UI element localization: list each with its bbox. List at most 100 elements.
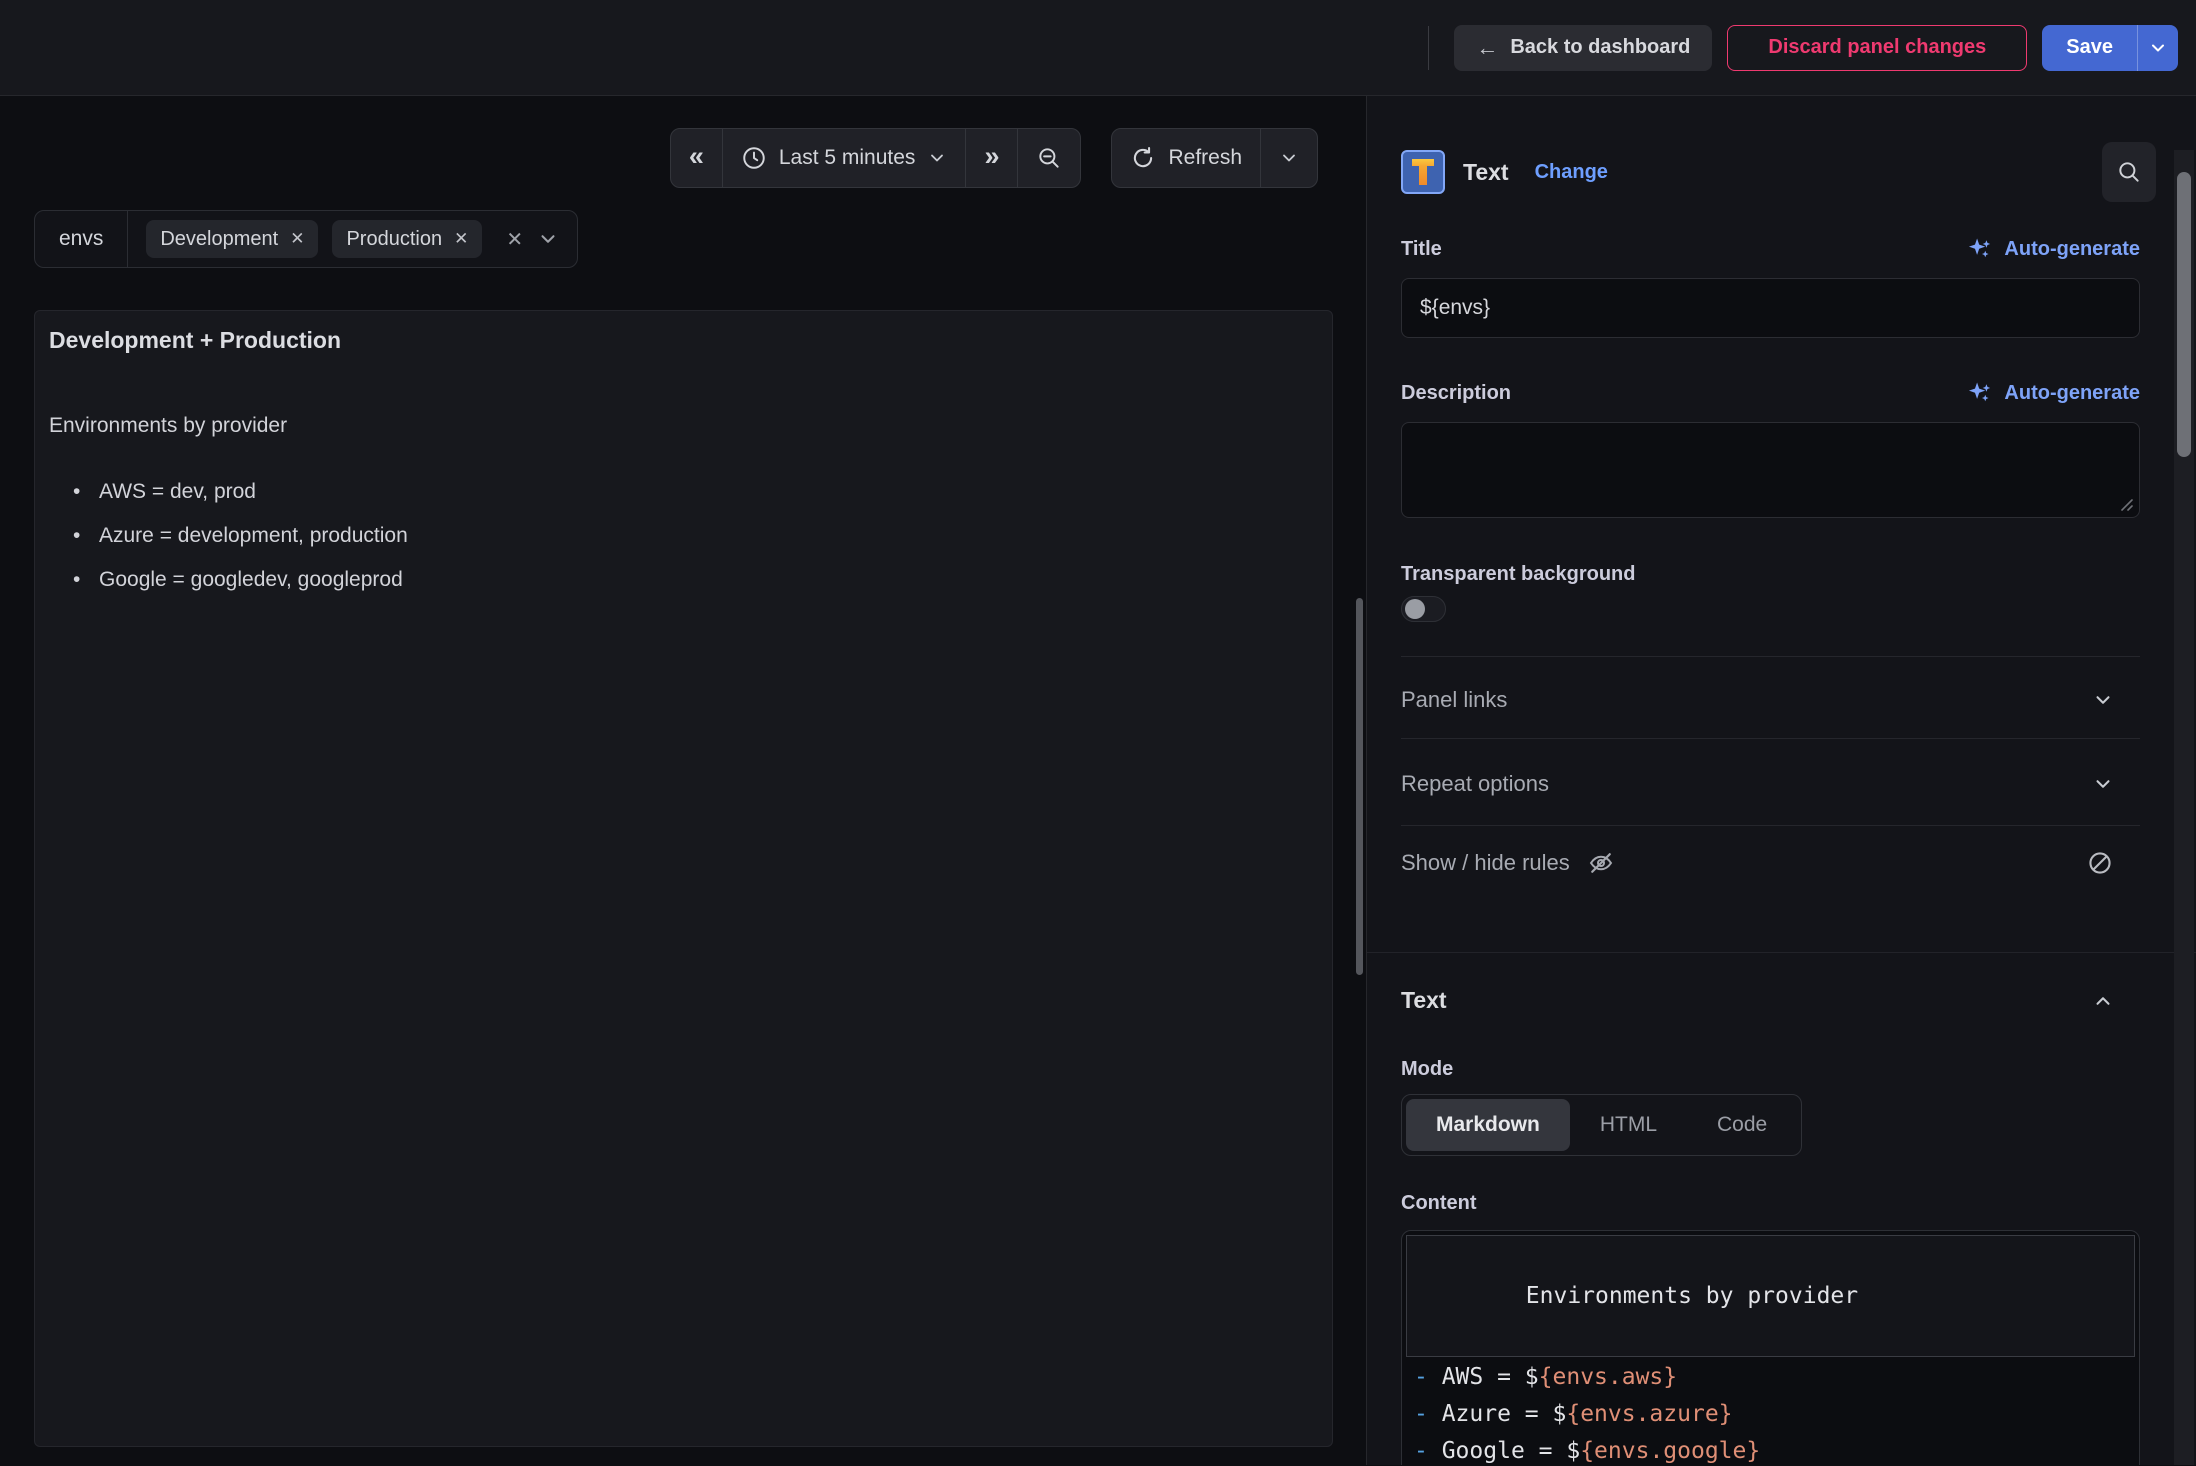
- text-section-label: Text: [1401, 987, 1447, 1014]
- list-item: AWS = dev, prod: [99, 478, 1318, 506]
- list-item: Azure = development, production: [99, 522, 1318, 550]
- chevron-down-icon[interactable]: [537, 228, 559, 250]
- autogenerate-label: Auto-generate: [2004, 382, 2140, 405]
- show-hide-rules-label: Show / hide rules: [1401, 850, 1570, 876]
- panel-bullet-list: AWS = dev, prod Azure = development, pro…: [49, 478, 1318, 594]
- content-row: Content: [1401, 1192, 2140, 1214]
- list-item: Google = googledev, googleprod: [99, 566, 1318, 594]
- chevron-down-icon: [927, 148, 947, 168]
- refresh-icon: [1130, 145, 1156, 171]
- show-hide-rules-row[interactable]: Show / hide rules: [1401, 826, 2140, 878]
- time-range-label: Last 5 minutes: [779, 146, 916, 170]
- time-zoom-out-button[interactable]: [1017, 129, 1080, 187]
- chip-remove-icon[interactable]: ✕: [290, 229, 304, 249]
- time-toolbar: « Last 5 minutes »: [670, 128, 1318, 188]
- panel-description-textarea[interactable]: [1401, 422, 2140, 518]
- mode-option-code[interactable]: Code: [1687, 1099, 1797, 1151]
- code-line-active: Environments by provider: [1406, 1235, 2135, 1357]
- refresh-label: Refresh: [1168, 146, 1242, 170]
- code-line: - Azure = ${envs.azure}: [1406, 1396, 2135, 1433]
- resize-handle-icon[interactable]: [2120, 498, 2134, 512]
- variable-chip-production[interactable]: Production ✕: [332, 220, 482, 258]
- description-autogenerate-link[interactable]: Auto-generate: [1966, 379, 2140, 407]
- panel-title: Development + Production: [35, 311, 1332, 354]
- top-bar: ← Back to dashboard Discard panel change…: [0, 0, 2196, 96]
- time-range-picker-button[interactable]: Last 5 minutes: [722, 129, 966, 187]
- variable-value-dropdown[interactable]: Development ✕ Production ✕ ✕: [128, 211, 577, 267]
- title-field-row: Title Auto-generate: [1401, 236, 2140, 262]
- mode-row: Mode: [1401, 1058, 2140, 1080]
- panel-links-section-toggle[interactable]: Panel links: [1401, 657, 2140, 738]
- variable-chip-development[interactable]: Development ✕: [146, 220, 318, 258]
- discard-panel-changes-button[interactable]: Discard panel changes: [1727, 25, 2027, 71]
- variable-picker-envs: envs Development ✕ Production ✕ ✕: [34, 210, 578, 268]
- refresh-interval-caret[interactable]: [1260, 129, 1317, 187]
- edit-canvas: « Last 5 minutes »: [0, 96, 1366, 1465]
- ban-icon[interactable]: [2086, 849, 2114, 877]
- transparent-background-toggle[interactable]: [1401, 596, 1446, 622]
- sparkles-icon: [1966, 379, 1994, 407]
- content-label: Content: [1401, 1192, 1477, 1215]
- eye-off-icon: [1586, 848, 1616, 878]
- options-scrollbar-thumb[interactable]: [2177, 172, 2191, 457]
- options-scrollbar-track[interactable]: [2174, 150, 2194, 1465]
- panel-preview[interactable]: Development + Production Environments by…: [34, 310, 1333, 1447]
- chip-label: Production: [346, 228, 442, 251]
- panel-title-input-value: ${envs}: [1420, 296, 1490, 320]
- chip-label: Development: [160, 228, 278, 251]
- panel-body: Environments by provider AWS = dev, prod…: [35, 414, 1332, 594]
- change-visualization-link[interactable]: Change: [1535, 161, 1608, 184]
- toggle-knob: [1405, 599, 1425, 619]
- refresh-button[interactable]: Refresh: [1112, 129, 1260, 187]
- save-button[interactable]: Save: [2042, 25, 2137, 71]
- search-options-button[interactable]: [2102, 142, 2156, 202]
- chevron-double-right-icon: »: [984, 143, 999, 174]
- panel-editor-workspace: « Last 5 minutes »: [0, 96, 2196, 1465]
- canvas-scrollbar[interactable]: [1356, 598, 1363, 975]
- back-to-dashboard-button[interactable]: ← Back to dashboard: [1454, 25, 1712, 71]
- title-field-label: Title: [1401, 238, 1442, 261]
- sparkles-icon: [1966, 235, 1994, 263]
- mode-option-html[interactable]: HTML: [1570, 1099, 1687, 1151]
- repeat-options-section-toggle[interactable]: Repeat options: [1401, 739, 2140, 825]
- transparent-background-label: Transparent background: [1401, 563, 1636, 586]
- discard-button-label: Discard panel changes: [1768, 36, 1986, 59]
- visualization-header: Text Change: [1401, 140, 2140, 204]
- time-shift-back-button[interactable]: «: [671, 129, 722, 187]
- clear-values-icon[interactable]: ✕: [506, 227, 523, 252]
- autogenerate-label: Auto-generate: [2004, 238, 2140, 261]
- title-autogenerate-link[interactable]: Auto-generate: [1966, 235, 2140, 263]
- chevron-down-icon: [2092, 689, 2114, 711]
- code-line: - Google = ${envs.google}: [1406, 1433, 2135, 1465]
- save-options-caret[interactable]: [2137, 25, 2178, 71]
- variable-name-label[interactable]: envs: [35, 211, 127, 267]
- mode-label: Mode: [1401, 1058, 1453, 1081]
- text-section-toggle[interactable]: Text: [1401, 953, 2140, 1014]
- chevron-up-icon: [2092, 990, 2114, 1012]
- back-arrow-icon: ←: [1476, 35, 1498, 61]
- transparent-background-row: Transparent background: [1401, 562, 2140, 586]
- repeat-options-label: Repeat options: [1401, 771, 1549, 797]
- panel-links-label: Panel links: [1401, 687, 1507, 713]
- chevron-down-icon: [2148, 38, 2168, 58]
- panel-intro-text: Environments by provider: [49, 414, 1318, 438]
- chevron-down-icon: [1279, 148, 1299, 168]
- clock-icon: [741, 145, 767, 171]
- mode-option-markdown[interactable]: Markdown: [1406, 1099, 1570, 1151]
- save-button-label: Save: [2066, 36, 2113, 59]
- topbar-divider: [1428, 26, 1429, 70]
- time-shift-forward-button[interactable]: »: [965, 129, 1017, 187]
- search-icon: [2116, 159, 2142, 185]
- panel-title-input[interactable]: ${envs}: [1401, 278, 2140, 338]
- chevron-down-icon: [2092, 773, 2114, 795]
- chip-remove-icon[interactable]: ✕: [454, 229, 468, 249]
- refresh-controls: Refresh: [1111, 128, 1318, 188]
- back-button-label: Back to dashboard: [1510, 36, 1690, 59]
- panel-options-pane: Text Change Title Auto-generate ${: [1366, 96, 2196, 1465]
- description-field-row: Description Auto-generate: [1401, 380, 2140, 406]
- zoom-out-icon: [1036, 145, 1062, 171]
- code-line: - AWS = ${envs.aws}: [1406, 1359, 2135, 1396]
- content-code-editor[interactable]: Environments by provider - AWS = ${envs.…: [1401, 1230, 2140, 1465]
- visualization-type-label: Text: [1463, 159, 1509, 186]
- text-panel-icon[interactable]: [1401, 150, 1445, 194]
